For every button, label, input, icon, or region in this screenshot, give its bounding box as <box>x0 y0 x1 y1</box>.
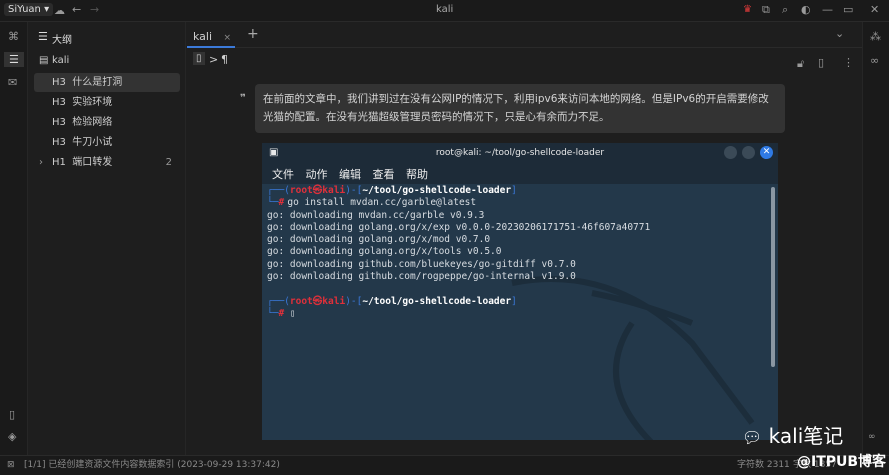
file-tree-icon[interactable]: ⌘ <box>8 30 19 43</box>
heading-text: 端口转发 <box>72 157 113 168</box>
child-count: 2 <box>165 157 172 168</box>
heading-level: H3 <box>52 137 66 148</box>
document-icon: ▤ <box>39 55 49 66</box>
tab-close-icon[interactable]: × <box>224 33 232 43</box>
maximize-icon[interactable]: ▭ <box>843 3 853 16</box>
new-tab-button[interactable]: + <box>247 26 259 42</box>
tab-bar: kali × + ⌄ <box>187 22 862 48</box>
heading-text: 什么是打洞 <box>72 77 123 88</box>
terminal-title: root@kali: ~/tool/go-shellcode-loader <box>435 148 605 158</box>
outline-title: 大纲 <box>52 35 72 46</box>
workspace-menu[interactable]: SiYuan ▾ <box>4 3 54 16</box>
command: go install mvdan.cc/garble@latest <box>287 197 477 209</box>
minimize-button[interactable] <box>724 146 737 159</box>
tab-label: kali <box>193 30 213 43</box>
inbox-icon[interactable]: ✉ <box>8 76 17 89</box>
file-icon[interactable]: ▯ <box>818 56 824 69</box>
menu-help[interactable]: 帮助 <box>406 168 428 181</box>
heading-level: H3 <box>52 77 66 88</box>
outline-panel: ☰ 大纲 ▤ kali H3 什么是打洞 H3 实验环境 H3 检验网络 H3 … <box>28 22 186 455</box>
search-icon[interactable]: ⌕ <box>782 3 788 17</box>
crown-icon[interactable]: ♛ <box>743 4 752 15</box>
heading-level: H1 <box>52 157 66 168</box>
close-icon[interactable]: ✕ <box>870 3 879 16</box>
watermark-text: kali笔记 <box>768 424 844 448</box>
heading-text: 实验环境 <box>72 97 113 108</box>
outline-icon: ☰ <box>38 30 48 43</box>
status-close-icon[interactable]: ⊠ <box>7 456 15 475</box>
outline-item[interactable]: H3 牛刀小试 <box>34 133 180 152</box>
terminal-titlebar: ▣ root@kali: ~/tool/go-shellcode-loader … <box>262 143 778 163</box>
left-dock: ⌘ ☰ ✉ ▯ ◈ <box>0 22 28 455</box>
breadcrumb-separator: > <box>209 53 219 66</box>
status-bar: ⊠ [1/1] 已经创建资源文件内容数据索引 (2023-09-29 13:37… <box>0 454 889 475</box>
close-button[interactable]: ✕ <box>760 146 773 159</box>
chevron-right-icon[interactable]: › <box>39 153 43 172</box>
outline-icon[interactable]: ☰ <box>4 52 24 67</box>
terminal-output: ┌──(root㉿kali)-[~/tool/go-shellcode-load… <box>267 185 651 319</box>
outline-item[interactable]: › H1 端口转发 2 <box>34 153 180 172</box>
itpub-watermark: @ITPUB博客 <box>797 454 887 470</box>
paragraph-icon[interactable]: ¶ <box>221 53 228 66</box>
theme-icon[interactable]: ◐ <box>801 3 811 16</box>
heading-text: 牛刀小试 <box>72 137 113 148</box>
outline-item[interactable]: H3 检验网络 <box>34 113 180 132</box>
more-icon[interactable]: ⋮ <box>843 56 854 69</box>
menu-file[interactable]: 文件 <box>272 168 294 181</box>
chevron-down-icon[interactable]: ⌄ <box>835 27 844 40</box>
window-title: kali <box>436 4 454 15</box>
link-icon[interactable]: ∞ <box>868 432 876 442</box>
graph-icon[interactable]: ⁂ <box>870 30 881 43</box>
wechat-watermark: 💬︎ kali笔记 <box>742 420 843 449</box>
plugin-icon[interactable]: ⧉ <box>762 3 770 17</box>
minimize-icon[interactable]: — <box>822 3 833 16</box>
menu-actions[interactable]: 动作 <box>306 168 328 181</box>
outline-item[interactable]: H3 什么是打洞 <box>34 73 180 92</box>
terminal-icon: ▣ <box>269 147 279 158</box>
terminal-screenshot: ▣ root@kali: ~/tool/go-shellcode-loader … <box>262 143 778 440</box>
cloud-sync-icon[interactable]: ☁ <box>54 4 65 17</box>
wechat-icon: 💬︎ <box>742 428 763 447</box>
back-icon[interactable]: ← <box>72 3 81 16</box>
terminal-menubar: 文件 动作 编辑 查看 帮助 <box>262 163 778 184</box>
right-dock: ⁂ ∞ <box>862 22 889 455</box>
status-message: [1/1] 已经创建资源文件内容数据索引 (2023-09-29 13:37:4… <box>24 460 280 470</box>
heading-level: H3 <box>52 97 66 108</box>
lock-icon[interactable]: 🔓︎ <box>797 57 804 71</box>
bookmark-icon[interactable]: ▯ <box>9 408 15 421</box>
heading-level: H3 <box>52 117 66 128</box>
heading-text: 检验网络 <box>72 117 113 128</box>
tag-icon[interactable]: ◈ <box>8 430 16 443</box>
menu-edit[interactable]: 编辑 <box>339 168 361 181</box>
title-bar: SiYuan ▾ ☁ ← → kali ♛ ⧉ ⌕ ◐ — ▭ ✕ <box>0 0 889 22</box>
backlink-icon[interactable]: ∞ <box>870 54 879 67</box>
tab-kali[interactable]: kali × <box>187 22 235 48</box>
cursor: ▯ <box>289 307 296 319</box>
outline-doc[interactable]: kali <box>52 55 69 66</box>
terminal-scrollbar[interactable] <box>771 187 775 367</box>
maximize-button[interactable] <box>742 146 755 159</box>
menu-view[interactable]: 查看 <box>373 168 395 181</box>
blockquote[interactable]: 在前面的文章中，我们讲到过在没有公网IP的情况下，利用ipv6来访问本地的网络。… <box>255 84 785 133</box>
char-count: 字符数 2311 <box>737 460 790 470</box>
forward-icon[interactable]: → <box>90 3 99 16</box>
quote-icon: ❞ <box>240 93 246 104</box>
document-icon[interactable]: ▯ <box>193 52 205 65</box>
outline-item[interactable]: H3 实验环境 <box>34 93 180 112</box>
